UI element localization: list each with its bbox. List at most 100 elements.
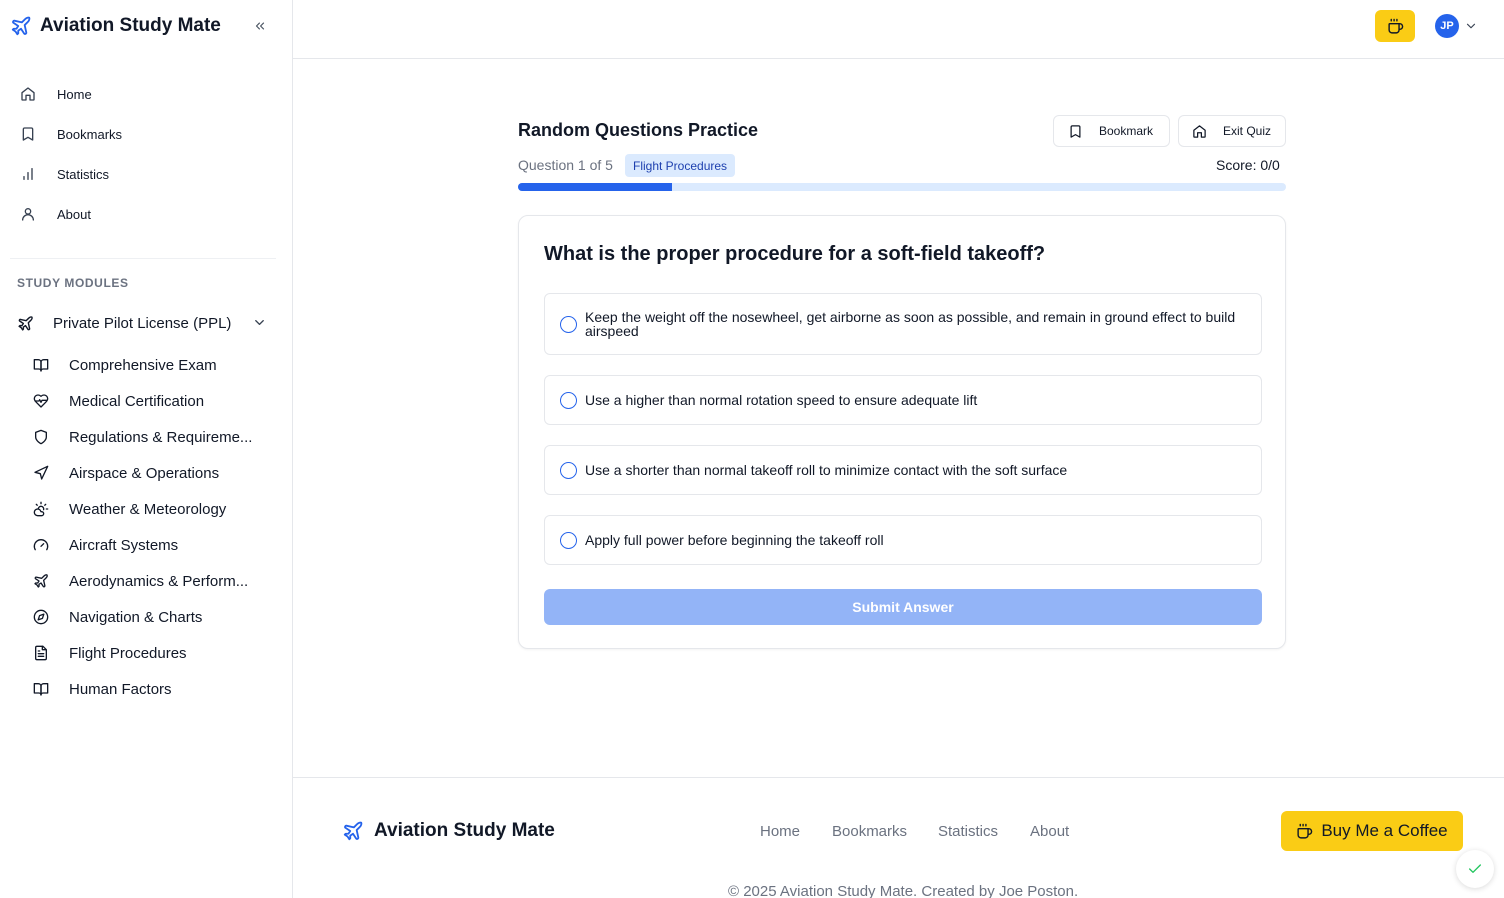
sidebar-item-label: Home bbox=[57, 86, 92, 102]
module-item-label: Human Factors bbox=[69, 680, 172, 698]
module-item-regulations[interactable]: Regulations & Requireme... bbox=[0, 419, 292, 455]
radio-button[interactable] bbox=[560, 531, 577, 549]
bookmark-icon bbox=[20, 126, 36, 142]
heart-pulse-icon bbox=[33, 393, 49, 409]
coffee-icon bbox=[1387, 18, 1404, 35]
answer-option-1[interactable]: Keep the weight off the nosewheel, get a… bbox=[544, 293, 1262, 355]
progress-fill bbox=[518, 183, 672, 191]
radio-button[interactable] bbox=[560, 315, 577, 333]
progress-bar bbox=[518, 183, 1286, 191]
sidebar-divider bbox=[10, 258, 276, 259]
chevrons-left-icon bbox=[253, 19, 267, 33]
sidebar-item-home[interactable]: Home bbox=[0, 74, 292, 114]
module-group-label: Private Pilot License (PPL) bbox=[53, 314, 232, 332]
module-item-label: Flight Procedures bbox=[69, 644, 187, 662]
bar-chart-icon bbox=[20, 166, 36, 182]
answer-option-text: Use a higher than normal rotation speed … bbox=[585, 392, 978, 408]
quiz-title: Random Questions Practice bbox=[518, 120, 759, 140]
module-item-weather[interactable]: Weather & Meteorology bbox=[0, 491, 292, 527]
category-badge: Flight Procedures bbox=[625, 154, 736, 177]
plane-icon bbox=[10, 15, 32, 37]
top-bar: JP bbox=[293, 0, 1504, 59]
module-item-label: Aerodynamics & Perform... bbox=[69, 572, 249, 590]
module-item-label: Comprehensive Exam bbox=[69, 356, 217, 374]
module-group-ppl[interactable]: Private Pilot License (PPL) bbox=[0, 303, 292, 343]
module-item-flight-procedures[interactable]: Flight Procedures bbox=[0, 635, 292, 671]
plane-icon bbox=[342, 820, 364, 842]
submit-answer-button[interactable]: Submit Answer bbox=[544, 589, 1262, 625]
module-item-medical-certification[interactable]: Medical Certification bbox=[0, 383, 292, 419]
question-text: What is the proper procedure for a soft-… bbox=[544, 243, 1046, 265]
module-item-label: Airspace & Operations bbox=[69, 464, 220, 482]
answer-option-2[interactable]: Use a higher than normal rotation speed … bbox=[544, 375, 1262, 425]
radio-button[interactable] bbox=[560, 461, 577, 479]
compass-icon bbox=[33, 609, 49, 625]
module-item-label: Aircraft Systems bbox=[69, 536, 179, 554]
shield-icon bbox=[33, 429, 49, 445]
module-item-aerodynamics[interactable]: Aerodynamics & Perform... bbox=[0, 563, 292, 599]
user-icon bbox=[20, 206, 36, 222]
copyright: © 2025 Aviation Study Mate. Created by J… bbox=[728, 883, 1079, 898]
modules-heading: STUDY MODULES bbox=[17, 276, 129, 290]
cloud-sun-icon bbox=[33, 501, 49, 517]
module-item-comprehensive-exam[interactable]: Comprehensive Exam bbox=[0, 347, 292, 383]
question-card: What is the proper procedure for a soft-… bbox=[518, 215, 1286, 649]
sidebar-item-bookmarks[interactable]: Bookmarks bbox=[0, 114, 292, 154]
footer-brand[interactable]: Aviation Study Mate bbox=[342, 820, 555, 842]
footer: Aviation Study Mate Home Bookmarks Stati… bbox=[293, 777, 1504, 898]
exit-quiz-button[interactable]: Exit Quiz bbox=[1178, 115, 1286, 147]
module-item-navigation[interactable]: Navigation & Charts bbox=[0, 599, 292, 635]
module-item-label: Regulations & Requireme... bbox=[69, 428, 253, 446]
sidebar-item-label: About bbox=[57, 206, 91, 222]
sidebar: Aviation Study Mate Home Bookmarks Stati… bbox=[0, 0, 293, 898]
navigation-icon bbox=[33, 465, 49, 481]
bookmark-button[interactable]: Bookmark bbox=[1053, 115, 1170, 147]
footer-app-title: Aviation Study Mate bbox=[374, 820, 555, 841]
plane-icon bbox=[33, 573, 49, 589]
footer-link-statistics[interactable]: Statistics bbox=[938, 823, 998, 840]
buy-me-a-coffee-button[interactable]: Buy Me a Coffee bbox=[1281, 811, 1463, 851]
radio-button[interactable] bbox=[560, 391, 577, 409]
module-item-label: Navigation & Charts bbox=[69, 608, 203, 626]
bookmark-button-label: Bookmark bbox=[1099, 124, 1154, 138]
sidebar-item-about[interactable]: About bbox=[0, 194, 292, 234]
sidebar-item-statistics[interactable]: Statistics bbox=[0, 154, 292, 194]
chevron-down-icon bbox=[252, 315, 267, 330]
module-item-aircraft-systems[interactable]: Aircraft Systems bbox=[0, 527, 292, 563]
success-toast[interactable] bbox=[1456, 850, 1494, 888]
sidebar-nav: Home Bookmarks Statistics About bbox=[0, 74, 292, 234]
sidebar-item-label: Statistics bbox=[57, 166, 110, 182]
file-text-icon bbox=[33, 645, 49, 661]
home-icon bbox=[20, 86, 36, 102]
avatar[interactable]: JP bbox=[1435, 14, 1459, 38]
book-open-icon bbox=[33, 357, 49, 373]
collapse-sidebar-button[interactable] bbox=[250, 16, 270, 36]
answer-option-4[interactable]: Apply full power before beginning the ta… bbox=[544, 515, 1262, 565]
score: Score: 0/0 bbox=[1216, 157, 1280, 173]
coffee-button[interactable] bbox=[1375, 10, 1415, 42]
footer-link-bookmarks[interactable]: Bookmarks bbox=[832, 823, 907, 840]
bookmark-icon bbox=[1068, 124, 1083, 139]
check-icon bbox=[1467, 861, 1483, 877]
module-item-label: Medical Certification bbox=[69, 392, 205, 410]
answer-option-text: Use a shorter than normal takeoff roll t… bbox=[585, 462, 1068, 478]
plane-icon bbox=[17, 315, 34, 332]
coffee-icon bbox=[1296, 823, 1313, 840]
sidebar-brand[interactable]: Aviation Study Mate bbox=[0, 0, 292, 52]
exit-quiz-label: Exit Quiz bbox=[1223, 124, 1272, 138]
answer-option-text: Apply full power before beginning the ta… bbox=[585, 532, 884, 548]
question-counter: Question 1 of 5 bbox=[518, 157, 613, 173]
footer-link-about[interactable]: About bbox=[1030, 823, 1069, 840]
sidebar-app-title: Aviation Study Mate bbox=[40, 15, 221, 36]
gauge-icon bbox=[33, 537, 49, 553]
answer-option-3[interactable]: Use a shorter than normal takeoff roll t… bbox=[544, 445, 1262, 495]
chevron-down-icon[interactable] bbox=[1464, 19, 1478, 33]
home-icon bbox=[1192, 124, 1207, 139]
module-item-label: Weather & Meteorology bbox=[69, 500, 227, 518]
sidebar-item-label: Bookmarks bbox=[57, 126, 123, 142]
module-list: Comprehensive Exam Medical Certification… bbox=[0, 347, 292, 707]
module-item-human-factors[interactable]: Human Factors bbox=[0, 671, 292, 707]
module-item-airspace[interactable]: Airspace & Operations bbox=[0, 455, 292, 491]
answer-option-text: Keep the weight off the nosewheel, get a… bbox=[585, 309, 1236, 339]
footer-link-home[interactable]: Home bbox=[760, 823, 800, 840]
